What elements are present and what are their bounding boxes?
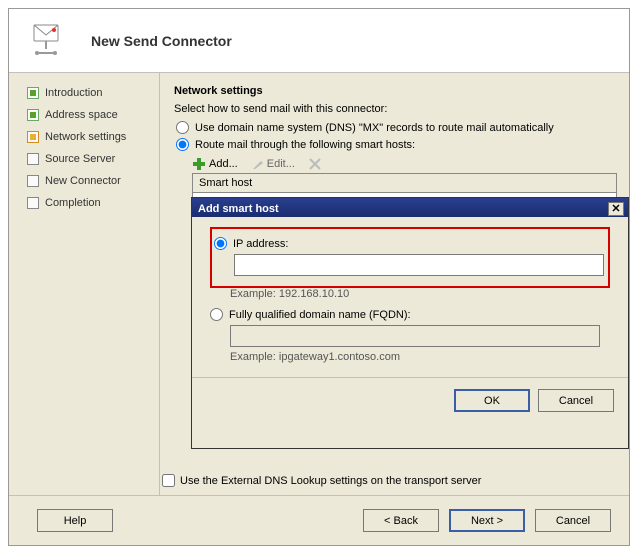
delete-button xyxy=(309,158,324,170)
radio-fqdn-label: Fully qualified domain name (FQDN): xyxy=(229,309,411,321)
step-pending-icon xyxy=(27,175,39,187)
radio-ip-address[interactable]: IP address: xyxy=(214,237,602,250)
radio-use-smarthost-input[interactable] xyxy=(176,138,189,151)
ip-hint: Example: 192.168.10.10 xyxy=(230,288,610,300)
wizard-title: New Send Connector xyxy=(91,33,232,49)
ok-button[interactable]: OK xyxy=(454,389,530,412)
dialog-title-text: Add smart host xyxy=(198,203,279,215)
sidebar-step-label: Introduction xyxy=(45,87,102,99)
ip-address-highlight: IP address: xyxy=(210,227,610,288)
close-icon[interactable]: ✕ xyxy=(608,202,624,216)
dialog-cancel-button[interactable]: Cancel xyxy=(538,389,614,412)
sidebar-step-label: Address space xyxy=(45,109,118,121)
plus-icon xyxy=(192,157,206,171)
help-button[interactable]: Help xyxy=(37,509,113,532)
fqdn-hint: Example: ipgateway1.contoso.com xyxy=(230,351,610,363)
smarthost-table-header: Smart host xyxy=(193,174,616,193)
radio-use-smarthost[interactable]: Route mail through the following smart h… xyxy=(176,138,617,151)
sidebar-step-source-server: Source Server xyxy=(27,153,159,165)
radio-use-smarthost-label: Route mail through the following smart h… xyxy=(195,139,415,151)
smarthost-toolbar: Add... Edit... xyxy=(192,157,617,171)
dialog-titlebar[interactable]: Add smart host ✕ xyxy=(192,198,628,217)
next-button[interactable]: Next > xyxy=(449,509,525,532)
radio-use-dns-input[interactable] xyxy=(176,121,189,134)
ip-address-input[interactable] xyxy=(234,254,604,276)
radio-use-dns[interactable]: Use domain name system (DNS) "MX" record… xyxy=(176,121,617,134)
add-button[interactable]: Add... xyxy=(192,157,238,171)
sidebar-step-label: New Connector xyxy=(45,175,121,187)
step-pending-icon xyxy=(27,153,39,165)
sidebar-step-label: Network settings xyxy=(45,131,126,143)
radio-fqdn-input[interactable] xyxy=(210,308,223,321)
wizard-header: New Send Connector xyxy=(9,9,629,73)
back-button[interactable]: < Back xyxy=(363,509,439,532)
sidebar-step-network-settings: Network settings xyxy=(27,131,159,143)
external-dns-checkbox-input[interactable] xyxy=(162,474,175,487)
section-title: Network settings xyxy=(174,85,617,97)
step-pending-icon xyxy=(27,197,39,209)
sidebar-step-new-connector: New Connector xyxy=(27,175,159,187)
cancel-button[interactable]: Cancel xyxy=(535,509,611,532)
add-smart-host-dialog: Add smart host ✕ IP address: Example: 19… xyxy=(191,197,629,449)
mail-connector-icon xyxy=(23,19,73,63)
step-active-icon xyxy=(27,131,39,143)
wizard-footer: Help < Back Next > Cancel xyxy=(9,495,629,545)
radio-ip-address-input[interactable] xyxy=(214,237,227,250)
sidebar-step-label: Source Server xyxy=(45,153,115,165)
radio-ip-address-label: IP address: xyxy=(233,238,288,250)
wizard-window: New Send Connector Introduction Address … xyxy=(8,8,630,546)
edit-button: Edit... xyxy=(252,158,295,170)
dialog-button-row: OK Cancel xyxy=(192,377,628,423)
sidebar-step-completion: Completion xyxy=(27,197,159,209)
section-subtitle: Select how to send mail with this connec… xyxy=(174,103,617,115)
sidebar-step-label: Completion xyxy=(45,197,101,209)
radio-use-dns-label: Use domain name system (DNS) "MX" record… xyxy=(195,122,554,134)
external-dns-checkbox-label: Use the External DNS Lookup settings on … xyxy=(180,475,481,487)
wizard-sidebar: Introduction Address space Network setti… xyxy=(9,73,159,495)
fqdn-input xyxy=(230,325,600,347)
step-done-icon xyxy=(27,109,39,121)
external-dns-checkbox[interactable]: Use the External DNS Lookup settings on … xyxy=(162,474,481,487)
add-button-label: Add... xyxy=(209,158,238,170)
x-icon xyxy=(309,158,321,170)
sidebar-step-address-space: Address space xyxy=(27,109,159,121)
sidebar-step-introduction: Introduction xyxy=(27,87,159,99)
edit-button-label: Edit... xyxy=(267,158,295,170)
step-done-icon xyxy=(27,87,39,99)
radio-fqdn[interactable]: Fully qualified domain name (FQDN): xyxy=(210,308,610,321)
pencil-icon xyxy=(252,158,264,170)
